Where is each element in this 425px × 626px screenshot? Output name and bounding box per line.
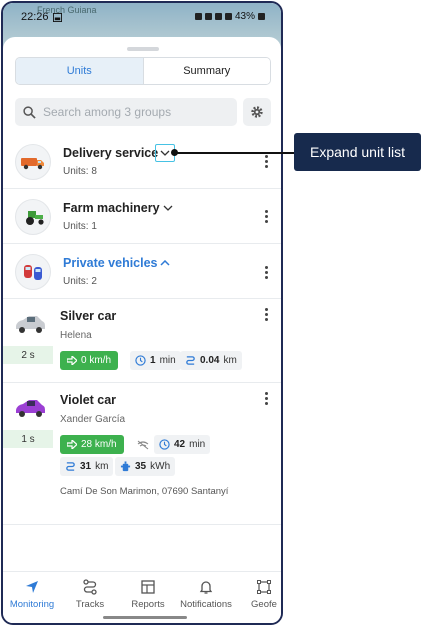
- battery-level: 43%: [234, 11, 255, 22]
- chevron-up-icon: [160, 260, 170, 266]
- sheet-drag-handle[interactable]: [127, 47, 159, 51]
- phone-screen: French Guiana 22:26 43% Units Summary Se…: [1, 1, 283, 625]
- nav-label: Notifications: [180, 599, 232, 610]
- chevron-down-icon: [160, 150, 170, 156]
- search-box: [15, 98, 237, 126]
- group-private-vehicles[interactable]: Private vehicles Units: 2: [3, 245, 281, 299]
- arrow-right-icon: [67, 356, 77, 365]
- fuel-value: 35: [135, 461, 147, 472]
- status-time: 22:26: [21, 11, 49, 23]
- status-bar: 22:26 43%: [3, 3, 281, 33]
- navigation-arrow-icon: [26, 581, 38, 593]
- distance-value: 0.04: [200, 355, 220, 366]
- distance-chip: 0.04 km: [180, 351, 242, 370]
- unit-row[interactable]: 1 s Violet car Xander García 28 km/h 42 …: [3, 383, 281, 525]
- nav-monitoring[interactable]: Monitoring: [3, 572, 61, 623]
- unit-menu-button[interactable]: [264, 308, 268, 321]
- route-icon: [83, 579, 97, 595]
- duration-unit: min: [159, 355, 176, 366]
- callout-label: Expand unit list: [294, 133, 421, 171]
- settings-button[interactable]: [243, 98, 271, 126]
- speed-badge: 28 km/h: [60, 435, 124, 454]
- cars-icon: [15, 254, 51, 290]
- fuel-icon: [120, 461, 131, 472]
- violet-car-icon: [16, 400, 45, 417]
- duration-value: 42: [174, 439, 186, 450]
- speed-badge: 0 km/h: [60, 351, 119, 370]
- alarm-icon: [194, 13, 202, 20]
- silver-car-icon: [16, 316, 45, 333]
- home-indicator: [103, 616, 187, 619]
- geofence-icon: [257, 580, 271, 594]
- group-unit-count: Units: 2: [63, 276, 97, 287]
- speed-value: 0 km/h: [81, 355, 112, 366]
- route-icon: [186, 356, 195, 365]
- gallery-icon: [53, 13, 62, 22]
- group-name: Delivery service: [63, 146, 159, 160]
- bell-icon: [199, 581, 213, 594]
- mute-icon: [204, 13, 212, 20]
- group-menu-button[interactable]: [264, 155, 268, 168]
- search-icon: [23, 105, 36, 119]
- expand-chevron-button[interactable]: [161, 201, 175, 215]
- clock-icon: [135, 355, 146, 366]
- group-name: Private vehicles: [63, 256, 158, 270]
- tab-units[interactable]: Units: [16, 58, 144, 84]
- distance-unit: km: [223, 355, 237, 366]
- distance-value: 31: [80, 461, 92, 472]
- group-farm-machinery[interactable]: Farm machinery Units: 1: [3, 190, 281, 244]
- route-icon: [66, 462, 75, 471]
- nav-label: Reports: [131, 599, 165, 610]
- tab-bar: Units Summary: [15, 57, 271, 85]
- unit-name: Violet car: [60, 393, 117, 407]
- callout-pointer-line: [174, 152, 295, 154]
- no-gps-icon: [137, 440, 149, 450]
- units-sheet: Units Summary Delivery service Units: 8: [3, 37, 281, 623]
- page: French Guiana 22:26 43% Units Summary Se…: [0, 0, 425, 626]
- group-delivery-service[interactable]: Delivery service Units: 8: [3, 135, 281, 189]
- unit-row[interactable]: 2 s Silver car Helena 0 km/h 1 min 0.04 …: [3, 299, 281, 383]
- group-menu-button[interactable]: [264, 266, 268, 279]
- group-menu-button[interactable]: [264, 210, 268, 223]
- duration-chip: 1 min: [130, 351, 181, 370]
- fuel-chip: 35 kWh: [115, 457, 176, 476]
- report-table-icon: [141, 580, 155, 594]
- duration-chip: 42 min: [154, 435, 211, 454]
- distance-chip: 31 km: [60, 457, 114, 476]
- status-icons: 43%: [194, 11, 265, 22]
- gear-icon: [251, 106, 263, 118]
- arrow-right-icon: [67, 440, 77, 449]
- last-message-time: 2 s: [3, 346, 53, 364]
- wifi-icon: [214, 13, 222, 20]
- driver-name: Xander García: [60, 414, 126, 425]
- driver-name: Helena: [60, 330, 92, 341]
- group-unit-count: Units: 8: [63, 166, 97, 177]
- duration-value: 1: [150, 355, 156, 366]
- nav-geofences[interactable]: Geofe: [235, 572, 281, 623]
- group-unit-count: Units: 1: [63, 221, 97, 232]
- tractor-icon: [15, 199, 51, 235]
- unit-menu-button[interactable]: [264, 392, 268, 405]
- chevron-down-icon: [163, 205, 173, 211]
- group-name: Farm machinery: [63, 201, 160, 215]
- speed-value: 28 km/h: [81, 439, 117, 450]
- delivery-van-icon: [15, 144, 51, 180]
- nav-label: Geofe: [251, 599, 277, 610]
- battery-icon: [258, 13, 265, 20]
- clock-icon: [159, 439, 170, 450]
- signal-icon: [224, 13, 232, 20]
- nav-label: Monitoring: [9, 599, 55, 610]
- last-message-time: 1 s: [3, 430, 53, 448]
- search-input[interactable]: [43, 105, 223, 119]
- fuel-unit: kWh: [150, 461, 171, 472]
- nav-label: Tracks: [75, 599, 105, 610]
- unit-address: Camí De Son Marimon, 07690 Santanyí: [60, 486, 229, 497]
- unit-name: Silver car: [60, 309, 117, 323]
- duration-unit: min: [189, 439, 206, 450]
- distance-unit: km: [95, 461, 109, 472]
- collapse-chevron-button[interactable]: [158, 256, 172, 270]
- tab-summary[interactable]: Summary: [143, 58, 270, 84]
